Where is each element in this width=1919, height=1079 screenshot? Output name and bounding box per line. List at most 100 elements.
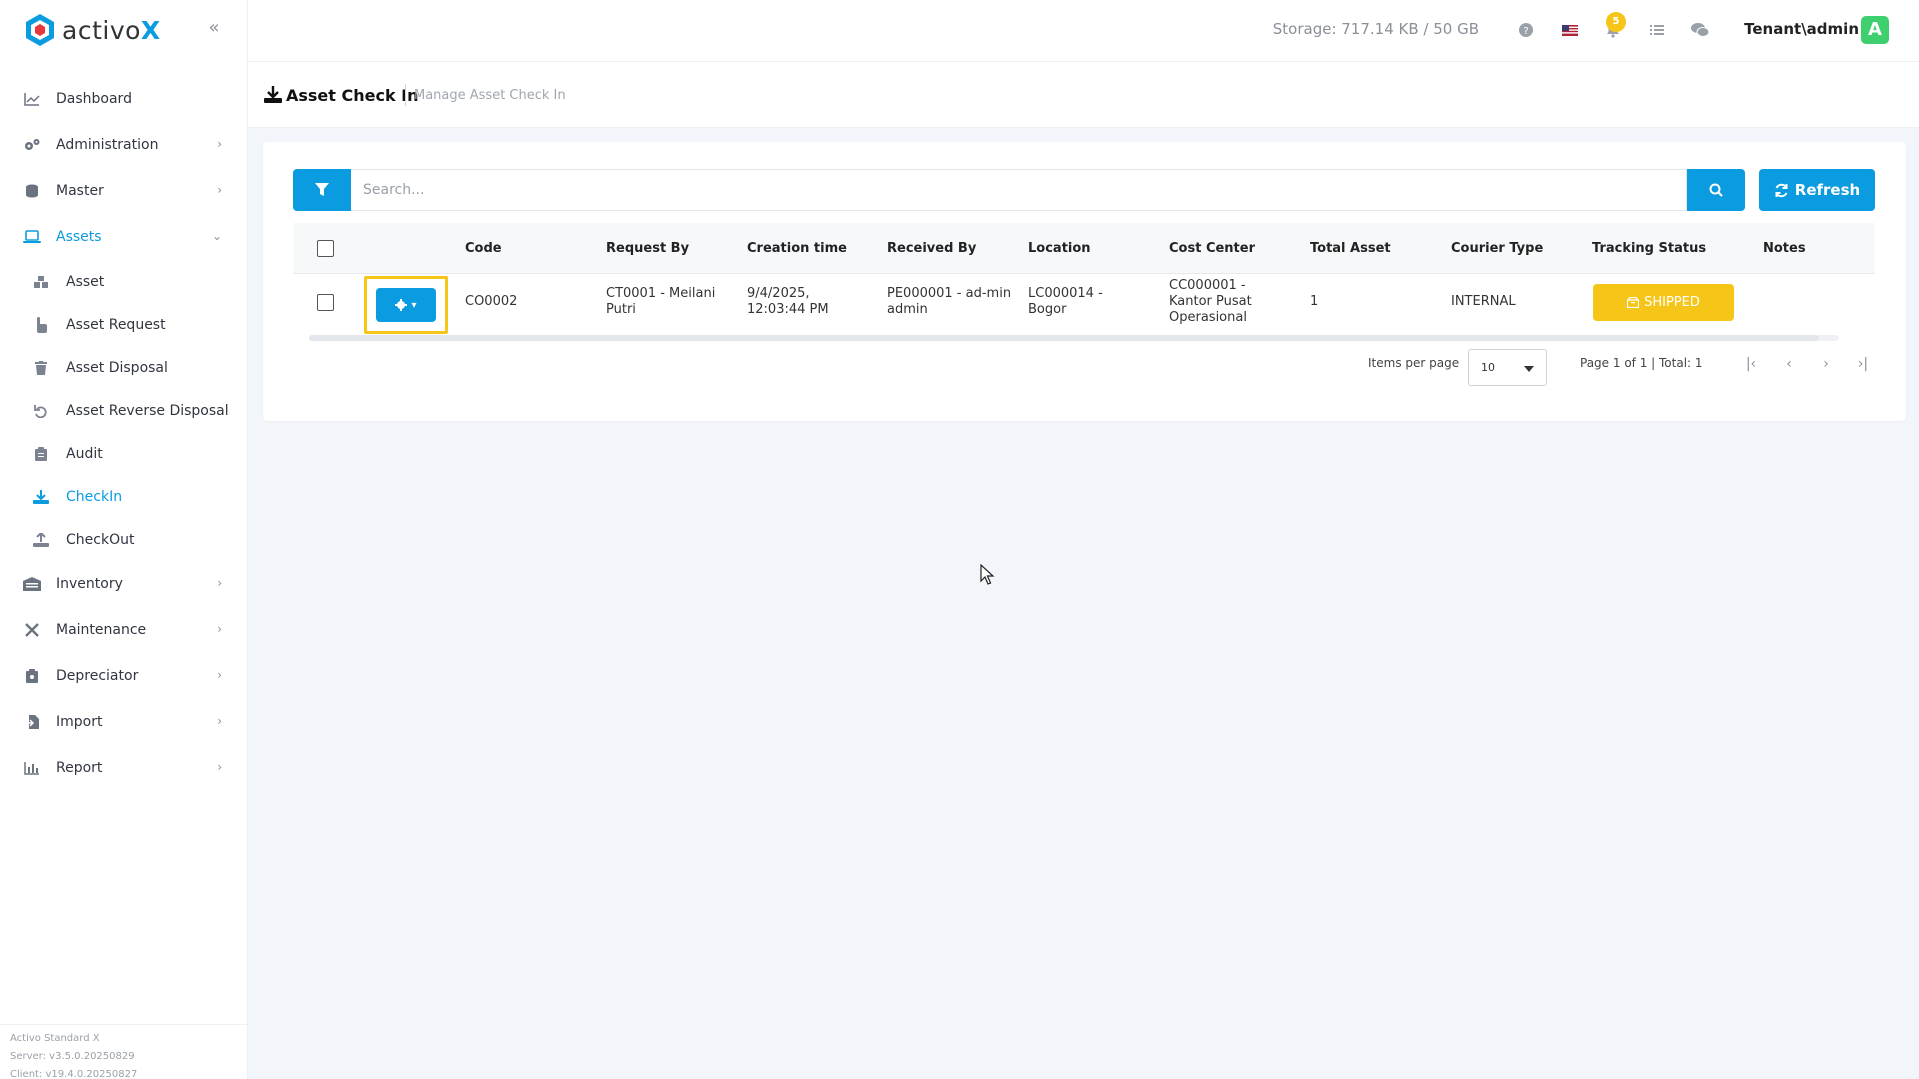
- search-button[interactable]: [1687, 169, 1745, 211]
- sidebar-item-depreciator[interactable]: Depreciator ›: [0, 653, 248, 699]
- sidebar-subitem-label: Asset Disposal: [66, 359, 168, 376]
- sidebar-subitem-asset-request[interactable]: Asset Request: [0, 303, 248, 346]
- cell-total-asset: 1: [1310, 294, 1319, 309]
- version-info: Activo Standard X Server: v3.5.0.2025082…: [0, 1024, 248, 1079]
- box-icon: [1627, 297, 1640, 308]
- product-name: Activo Standard X: [10, 1033, 100, 1044]
- sidebar-subitem-asset-reverse-disposal[interactable]: Asset Reverse Disposal: [0, 389, 248, 432]
- chart-line-icon: [22, 91, 42, 107]
- warehouse-icon: [22, 576, 42, 592]
- sidebar-item-label: Dashboard: [56, 91, 132, 107]
- table-header: Code Request By Creation time Received B…: [293, 223, 1875, 274]
- activo-logo-icon: [26, 14, 54, 46]
- gear-icon: [395, 299, 408, 311]
- column-header-location[interactable]: Location: [1028, 241, 1091, 256]
- column-header-total-asset[interactable]: Total Asset: [1310, 241, 1391, 256]
- sidebar-item-label: Report: [56, 760, 103, 776]
- server-version: Server: v3.5.0.20250829: [10, 1051, 135, 1062]
- column-header-code[interactable]: Code: [465, 241, 502, 256]
- column-header-request-by[interactable]: Request By: [606, 241, 689, 256]
- column-header-tracking-status[interactable]: Tracking Status: [1592, 241, 1706, 256]
- chevron-right-icon: ›: [217, 760, 222, 774]
- sidebar-item-report[interactable]: Report ›: [0, 745, 248, 791]
- avatar[interactable]: A: [1861, 16, 1889, 44]
- us-flag-icon[interactable]: [1560, 20, 1580, 40]
- column-header-cost-center[interactable]: Cost Center: [1169, 241, 1255, 256]
- next-page-icon[interactable]: ›: [1816, 354, 1836, 374]
- refresh-button[interactable]: Refresh: [1759, 169, 1875, 211]
- page-header: Asset Check In Manage Asset Check In: [248, 62, 1919, 128]
- column-header-notes[interactable]: Notes: [1763, 241, 1806, 256]
- sidebar-subitem-label: Audit: [66, 445, 103, 462]
- cell-courier-type: INTERNAL: [1451, 294, 1516, 309]
- database-icon: [22, 183, 42, 199]
- sidebar-subitem-audit[interactable]: Audit: [0, 432, 248, 475]
- sidebar-item-label: Inventory: [56, 576, 123, 592]
- chevron-right-icon: ›: [217, 183, 222, 197]
- undo-icon: [32, 403, 50, 419]
- sidebar-nav: Dashboard Administration › Master › Asse…: [0, 76, 248, 791]
- chevron-right-icon: ›: [217, 714, 222, 728]
- page-subtitle: Manage Asset Check In: [414, 88, 566, 103]
- chevron-down-icon: ⌄: [211, 229, 222, 243]
- sidebar-item-label: Assets: [56, 229, 102, 245]
- sidebar-subitem-label: CheckOut: [66, 531, 135, 548]
- svg-text:?: ?: [1523, 26, 1528, 37]
- chevron-right-icon: ›: [217, 576, 222, 590]
- row-actions-button[interactable]: ▾: [376, 288, 436, 322]
- first-page-icon[interactable]: |‹: [1741, 354, 1761, 374]
- refresh-icon: [1775, 183, 1788, 197]
- help-icon[interactable]: ?: [1516, 20, 1536, 40]
- row-action-highlight: ▾: [364, 276, 448, 334]
- sidebar-item-maintenance[interactable]: Maintenance ›: [0, 607, 248, 653]
- sidebar-subitem-label: Asset: [66, 273, 105, 290]
- topbar: Storage: 717.14 KB / 50 GB: [248, 0, 1919, 62]
- scrollbar-thumb[interactable]: [309, 335, 1819, 341]
- sidebar-item-administration[interactable]: Administration ›: [0, 122, 248, 168]
- sidebar-subitem-asset-disposal[interactable]: Asset Disposal: [0, 346, 248, 389]
- task-list-icon[interactable]: [1647, 20, 1667, 40]
- tools-icon: [22, 622, 42, 638]
- sidebar-item-label: Depreciator: [56, 668, 139, 684]
- prev-page-icon[interactable]: ‹: [1779, 354, 1799, 374]
- select-all-checkbox[interactable]: [317, 240, 334, 257]
- cell-location: LC000014 - Bogor: [1028, 286, 1103, 317]
- user-name[interactable]: Tenant\admin: [1744, 20, 1859, 38]
- page-info: Page 1 of 1 | Total: 1: [1580, 356, 1703, 370]
- sidebar-subitem-asset[interactable]: Asset: [0, 260, 248, 303]
- sidebar-subitem-label: Asset Request: [66, 316, 166, 333]
- brand-name: activoX: [62, 15, 161, 45]
- sidebar-item-master[interactable]: Master ›: [0, 168, 248, 214]
- search-input[interactable]: [351, 169, 1687, 211]
- cell-code: CO0002: [465, 294, 518, 309]
- hand-pointer-icon: [32, 316, 50, 333]
- sidebar-subitem-label: CheckIn: [66, 488, 123, 505]
- chart-bar-icon: [22, 760, 42, 776]
- items-per-page-select[interactable]: 10: [1468, 349, 1547, 386]
- table-row[interactable]: ▾ CO0002 CT0001 - Meilani Putri 9/4/2025…: [293, 274, 1875, 334]
- cubes-icon: [32, 274, 50, 290]
- cell-cost-center: CC000001 - Kantor Pusat Operasional: [1169, 278, 1252, 325]
- sidebar-subitem-checkin[interactable]: CheckIn: [0, 475, 248, 518]
- client-version: Client: v19.4.0.20250827: [10, 1069, 138, 1079]
- cell-received-by: PE000001 - ad-min admin: [887, 286, 1012, 317]
- sidebar-item-dashboard[interactable]: Dashboard: [0, 76, 248, 122]
- filter-button[interactable]: [293, 169, 351, 211]
- chat-icon[interactable]: [1690, 20, 1710, 40]
- column-header-received-by[interactable]: Received By: [887, 241, 976, 256]
- sidebar-subitem-checkout[interactable]: CheckOut: [0, 518, 248, 561]
- collapse-sidebar-icon[interactable]: «: [204, 18, 224, 38]
- sidebar-item-label: Maintenance: [56, 622, 147, 638]
- row-checkbox[interactable]: [317, 294, 334, 311]
- sidebar: activoX « Dashboard Administration › Mas…: [0, 0, 248, 1079]
- column-header-courier-type[interactable]: Courier Type: [1451, 241, 1543, 256]
- last-page-icon[interactable]: ›|: [1853, 354, 1873, 374]
- sidebar-item-label: Import: [56, 714, 103, 730]
- file-import-icon: [22, 714, 42, 730]
- sidebar-item-import[interactable]: Import ›: [0, 699, 248, 745]
- horizontal-scrollbar[interactable]: [309, 335, 1839, 341]
- column-header-creation-time[interactable]: Creation time: [747, 241, 847, 256]
- sidebar-item-inventory[interactable]: Inventory ›: [0, 561, 248, 607]
- sidebar-item-assets[interactable]: Assets ⌄: [0, 214, 248, 260]
- download-icon: [32, 489, 50, 505]
